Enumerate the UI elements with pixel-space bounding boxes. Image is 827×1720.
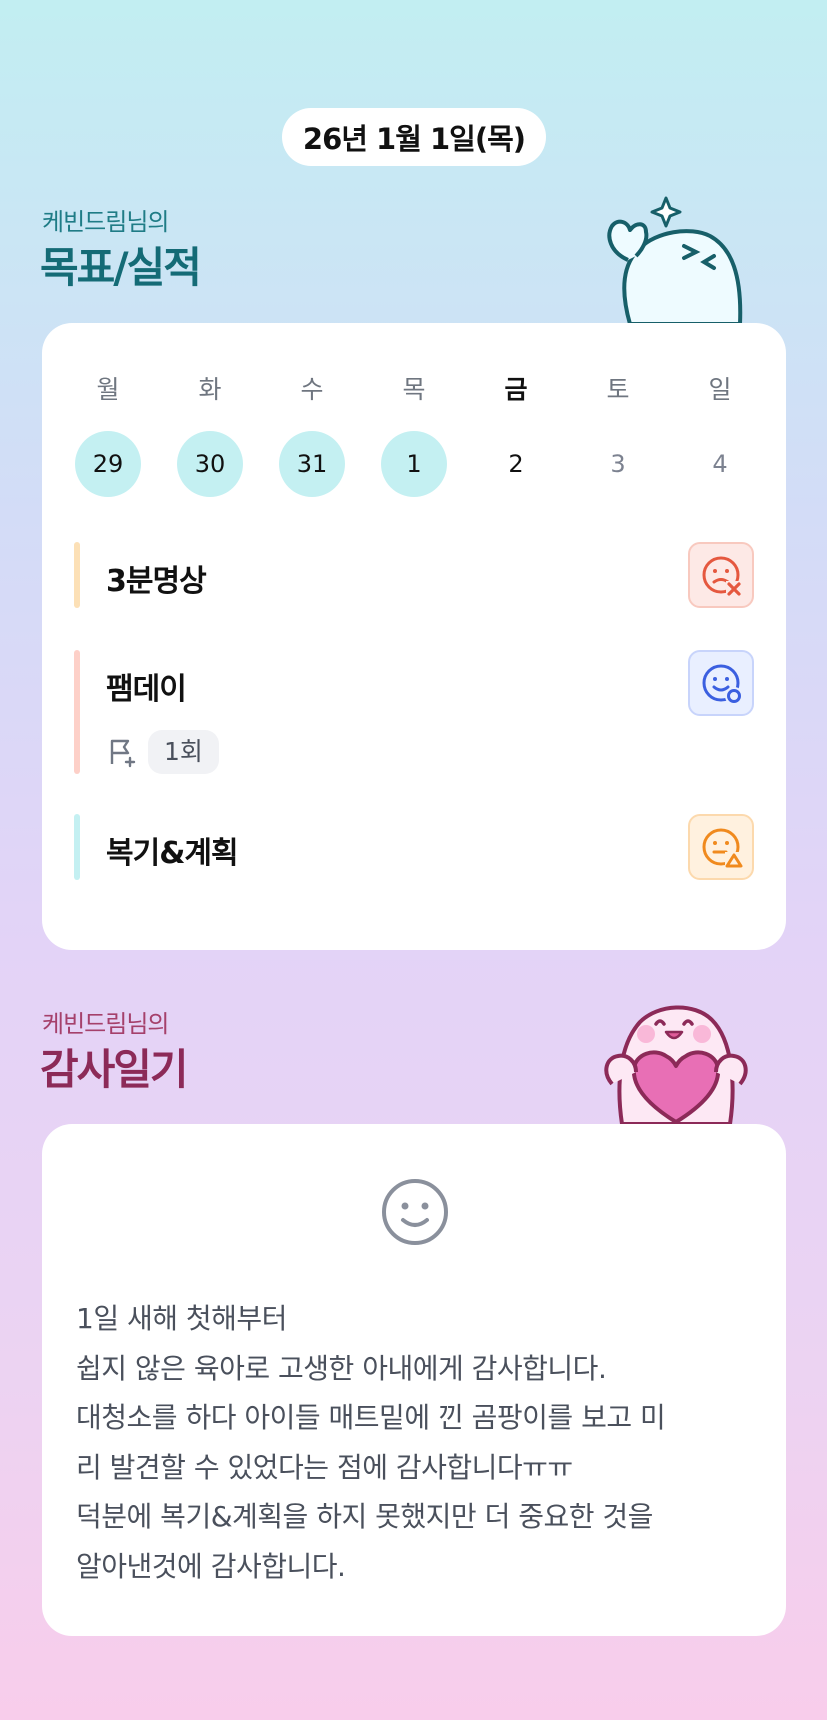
goal-item-review-plan[interactable]: 복기&계획 [74,814,754,880]
journal-line: 덕분에 복기&계획을 하지 못했지만 더 중요한 것을 [76,1500,653,1533]
date-cell[interactable]: 31 [279,431,345,497]
goals-section-subtitle: 케빈드림님의 [42,208,169,236]
goal-name: 팸데이 [106,672,187,707]
goal-item-meditation[interactable]: 3분명상 [74,542,754,608]
smile-face-check-icon[interactable] [688,650,754,716]
date-cell[interactable]: 30 [177,431,243,497]
goals-section-title: 목표/실적 [40,243,202,292]
journal-card: 1일 새해 첫해부터 쉽지 않은 육아로 고생한 아내에게 감사합니다. 대청소… [42,1124,786,1636]
smile-face-icon[interactable] [381,1178,449,1246]
journal-line: 알아낸것에 감사합니다. [76,1549,346,1583]
mascot-thumbs-up-illustration [600,196,750,326]
weekday-label: 목 [402,375,426,404]
goal-name: 3분명상 [106,564,207,599]
date-pill[interactable]: 26년 1월 1일(목) [282,108,546,166]
goal-name: 복기&계획 [106,836,239,871]
weekday-row: 월화수목금토일 [42,357,786,423]
weekday-label: 금 [504,375,528,404]
date-row: 29 30 31 1 2 3 4 [42,431,786,497]
journal-line: 1일 새해 첫해부터 [76,1302,287,1335]
journal-entry-text: 1일 새해 첫해부터 쉽지 않은 육아로 고생한 아내에게 감사합니다. 대청소… [76,1294,752,1591]
weekday-label: 월 [96,375,120,404]
sad-face-x-icon[interactable] [688,542,754,608]
date-cell[interactable]: 4 [687,431,753,497]
flag-plus-icon [106,736,138,768]
goal-accent-bar [74,650,80,774]
journal-section-subtitle: 케빈드림님의 [42,1010,169,1038]
date-cell[interactable]: 1 [381,431,447,497]
goal-count-row: 1회 [106,730,219,774]
journal-section-title: 감사일기 [40,1045,189,1094]
date-cell[interactable]: 3 [585,431,651,497]
goal-item-family-day[interactable]: 팸데이 1회 [74,650,754,774]
weekday-label: 토 [606,375,630,404]
journal-line: 대청소를 하다 아이들 매트밑에 낀 곰팡이를 보고 미 [76,1401,666,1434]
journal-line: 리 발견할 수 있었다는 점에 감사합니다ㅠㅠ [76,1450,573,1484]
goal-accent-bar [74,814,80,880]
mascot-heart-illustration [598,998,754,1126]
goal-count-badge: 1회 [148,730,219,774]
date-cell[interactable]: 29 [75,431,141,497]
date-cell[interactable]: 2 [483,431,549,497]
weekday-label: 수 [300,375,324,404]
weekday-label: 일 [708,375,732,404]
neutral-face-triangle-icon[interactable] [688,814,754,880]
goals-card: 월 화 수 목 금 토 일 29 30 31 1 2 3 4 3분명상 팸데이 1회 복기&… [42,323,786,950]
weekday-label: 화 [198,375,222,404]
goal-accent-bar [74,542,80,608]
journal-line: 쉽지 않은 육아로 고생한 아내에게 감사합니다. [76,1351,607,1385]
